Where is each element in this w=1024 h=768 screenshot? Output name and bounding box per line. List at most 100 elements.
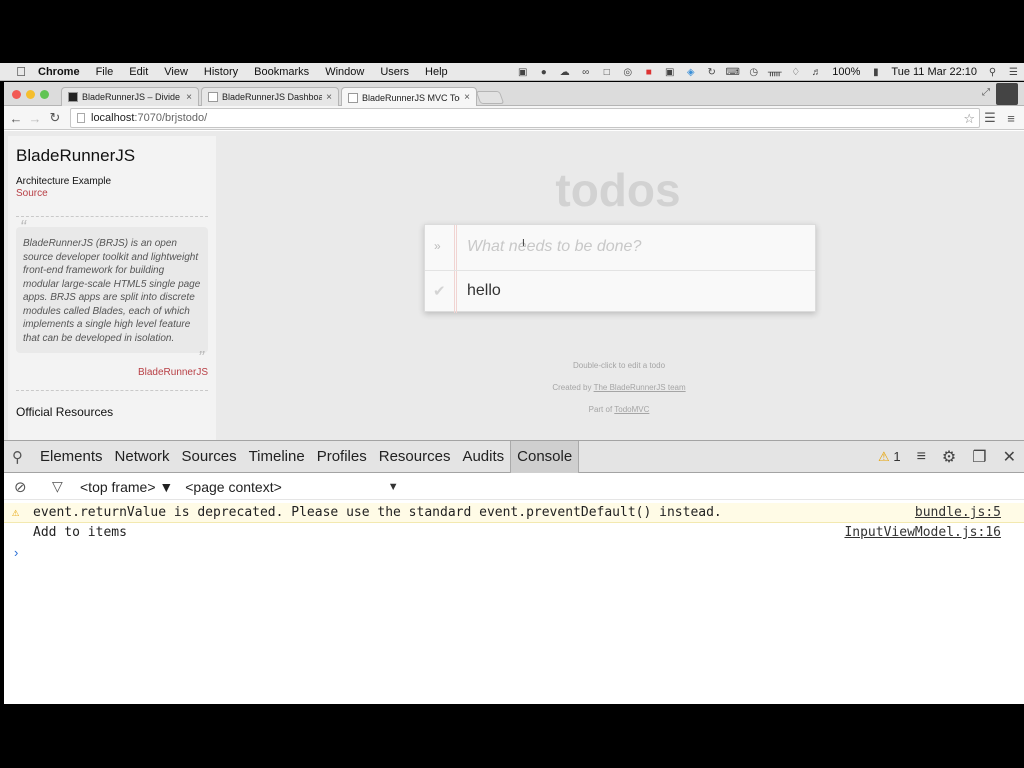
source-link[interactable]: Source <box>16 188 208 200</box>
menu-users[interactable]: Users <box>372 66 417 78</box>
menu-window[interactable]: Window <box>317 66 372 78</box>
tab-close-icon[interactable]: × <box>464 92 470 103</box>
context-select[interactable]: <page context> <box>185 479 282 495</box>
open-quote-icon: “ <box>20 217 26 237</box>
apple-icon[interactable]:  <box>12 63 30 81</box>
frame-select-value: <top frame> <box>80 478 156 495</box>
tab-brjs-divide[interactable]: BladeRunnerJS – Divide & c × <box>61 87 199 106</box>
sidebar-title: BladeRunnerJS <box>16 146 136 165</box>
menu-history[interactable]: History <box>196 66 246 78</box>
close-devtools-icon[interactable]: ✕ <box>1003 447 1016 467</box>
sidebar: BladeRunnerJS Architecture Example Sourc… <box>8 136 216 440</box>
quote-text: BladeRunnerJS (BRJS) is an open source d… <box>23 238 201 344</box>
tab-console[interactable]: Console <box>510 440 580 473</box>
console-prompt[interactable]: › <box>14 545 18 560</box>
menu-edit[interactable]: Edit <box>121 66 156 78</box>
dock-icon[interactable]: ❐ <box>972 447 986 467</box>
quote-author-link[interactable]: BladeRunnerJS <box>16 367 208 378</box>
minimize-window-button[interactable] <box>26 90 35 99</box>
glasses-icon[interactable]: ∞ <box>577 66 594 78</box>
console-toolbar: ⊘ ▽ <top frame> ▼ <page context> ▼ <box>4 474 1024 500</box>
globe-icon[interactable]: ◎ <box>619 66 636 78</box>
address-path: :7070/brjstodo/ <box>134 112 208 124</box>
footer-created: Created by The BladeRunnerJS team <box>484 383 754 392</box>
reload-icon[interactable]: ↻ <box>46 109 64 127</box>
console-source-link[interactable]: bundle.js:5 <box>915 505 1001 520</box>
frame-select[interactable]: <top frame> ▼ <box>80 479 173 495</box>
tab-brjs-dashboard[interactable]: BladeRunnerJS Dashboard × <box>201 87 339 106</box>
zoom-window-button[interactable] <box>40 90 49 99</box>
tab-strip: BladeRunnerJS – Divide & c × BladeRunner… <box>4 82 1024 107</box>
menu-app-name[interactable]: Chrome <box>30 66 88 78</box>
time-machine-icon[interactable]: ◷ <box>745 66 762 78</box>
close-window-button[interactable] <box>12 90 21 99</box>
settings-gear-icon[interactable]: ⚙ <box>942 447 956 467</box>
todo-checkbox-icon[interactable]: ✔ <box>433 282 446 300</box>
battery-icon[interactable]: ▮ <box>867 66 884 78</box>
todo-item[interactable]: ✔ hello <box>425 271 815 312</box>
menu-file[interactable]: File <box>88 66 122 78</box>
context-dropdown-arrow-icon[interactable]: ▼ <box>388 481 399 493</box>
layers-extension-icon[interactable]: ☰ <box>981 109 999 127</box>
clear-console-icon[interactable]: ⊘ <box>14 478 40 496</box>
sync-icon[interactable]: ↻ <box>703 66 720 78</box>
tab-close-icon[interactable]: × <box>186 92 192 103</box>
spotlight-icon[interactable]: ⚲ <box>984 66 1001 78</box>
wifi-icon[interactable]: ♢ <box>787 66 804 78</box>
battery-percent[interactable]: 100% <box>827 66 865 78</box>
menubar:  Chrome File Edit View History Bookmark… <box>0 63 1024 81</box>
filter-icon[interactable]: ▽ <box>52 478 72 495</box>
notifications-icon[interactable]: ☰ <box>1005 66 1022 78</box>
volume-icon[interactable]: ♬ <box>808 66 825 78</box>
page-icon <box>77 113 85 123</box>
footer-hint: Double-click to edit a todo <box>572 361 666 370</box>
back-icon[interactable]: ← <box>7 109 25 127</box>
bluetooth-icon[interactable]: ᚅ <box>766 66 783 78</box>
shield-icon[interactable]: ◈ <box>682 66 699 78</box>
clock[interactable]: Tue 11 Mar 22:10 <box>886 66 982 78</box>
dropbox-icon[interactable]: ▣ <box>514 66 531 78</box>
keyboard-icon[interactable]: ⌨ <box>724 66 741 78</box>
forward-icon[interactable]: → <box>26 109 44 127</box>
show-drawer-icon[interactable]: ≡ <box>917 448 926 466</box>
address-host: localhost <box>91 112 135 124</box>
sidebar-subtitle: Architecture Example <box>16 176 112 187</box>
devtools-actions: ⚠ 1 ≡ ⚙ ❐ ✕ <box>878 441 1024 473</box>
tab-audits[interactable]: Audits <box>456 441 510 473</box>
tab-timeline[interactable]: Timeline <box>243 441 311 473</box>
tab-brjs-mvc-todo[interactable]: BladeRunnerJS MVC Todo × <box>341 87 477 107</box>
camera-icon[interactable]: ▣ <box>661 66 678 78</box>
menu-help[interactable]: Help <box>417 66 456 78</box>
sidebar-divider <box>16 390 208 391</box>
menu-bookmarks[interactable]: Bookmarks <box>246 66 317 78</box>
bookmark-star-icon[interactable]: ☆ <box>963 111 975 127</box>
red-square-icon[interactable]: ■ <box>640 66 657 78</box>
inspect-search-icon[interactable]: ⚲ <box>12 448 34 466</box>
new-tab-button[interactable] <box>475 91 505 104</box>
console-source-link[interactable]: InputViewModel.js:16 <box>844 525 1001 540</box>
tab-sources[interactable]: Sources <box>176 441 243 473</box>
tab-resources[interactable]: Resources <box>373 441 457 473</box>
tab-network[interactable]: Network <box>109 441 176 473</box>
devtools-panel: ⚲ Elements Network Sources Timeline Prof… <box>4 440 1024 704</box>
monitor-icon[interactable]: □ <box>598 66 615 78</box>
page-content: BladeRunnerJS Architecture Example Sourc… <box>4 131 1024 440</box>
tab-profiles[interactable]: Profiles <box>311 441 373 473</box>
warning-icon: ⚠ <box>878 449 890 464</box>
cloud-icon[interactable]: ☁ <box>556 66 573 78</box>
tab-title: BladeRunnerJS Dashboard <box>222 92 323 102</box>
warning-counter[interactable]: ⚠ 1 <box>878 449 901 465</box>
todo-item-label[interactable]: hello <box>467 282 501 300</box>
todomvc-link[interactable]: TodoMVC <box>614 405 649 414</box>
record-icon[interactable]: ● <box>535 66 552 78</box>
profile-avatar[interactable] <box>996 83 1018 105</box>
menu-view[interactable]: View <box>156 66 196 78</box>
chrome-menu-icon[interactable]: ≡ <box>1002 109 1020 127</box>
new-todo-input[interactable]: What needs to be done? <box>467 238 641 256</box>
toggle-all-icon[interactable]: » <box>434 239 441 253</box>
tab-elements[interactable]: Elements <box>34 441 109 473</box>
tab-close-icon[interactable]: × <box>326 92 332 103</box>
address-bar[interactable]: localhost :7070/brjstodo/ ☆ <box>70 108 980 128</box>
team-link[interactable]: The BladeRunnerJS team <box>594 383 686 392</box>
fullscreen-icon[interactable]: ⤢ <box>982 87 990 98</box>
